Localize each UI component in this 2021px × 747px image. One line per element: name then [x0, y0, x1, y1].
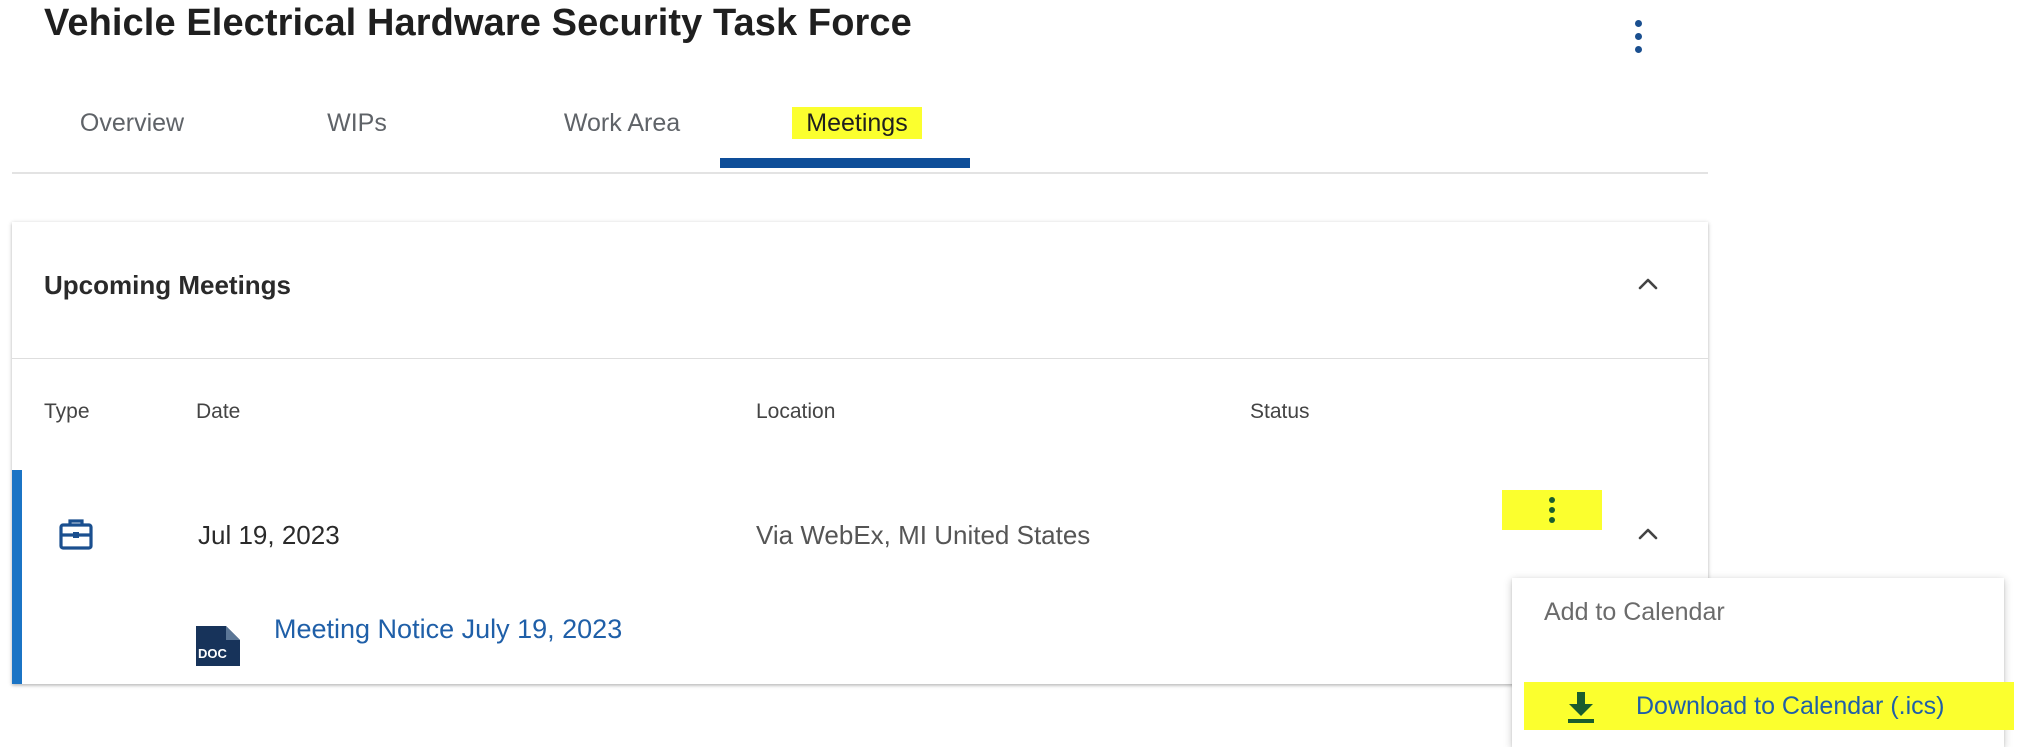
tab-overview[interactable]: Overview — [42, 88, 222, 172]
chevron-up-icon — [1638, 278, 1658, 290]
kebab-vertical-icon — [1549, 497, 1555, 503]
page-title: Vehicle Electrical Hardware Security Tas… — [44, 2, 912, 44]
doc-file-icon: DOC — [196, 626, 240, 666]
panel-title: Upcoming Meetings — [44, 270, 292, 300]
meeting-date: Jul 19, 2023 — [198, 520, 340, 550]
download-icon — [1568, 692, 1594, 723]
chevron-up-icon — [1638, 528, 1658, 540]
panel-header[interactable]: Upcoming Meetings — [12, 222, 1708, 359]
row-accent-bar — [12, 470, 22, 684]
meeting-actions-button[interactable] — [1502, 490, 1602, 530]
meeting-location: Via WebEx, MI United States — [756, 520, 1091, 550]
tab-wips[interactable]: WIPs — [292, 88, 422, 172]
collapse-button[interactable] — [1628, 264, 1668, 304]
active-tab-indicator — [720, 158, 970, 168]
meeting-notice-link[interactable]: Meeting Notice July 19, 2023 — [274, 614, 622, 645]
more-options-button[interactable] — [1618, 10, 1658, 62]
context-menu: Add to Calendar Download to Calendar (.i… — [1512, 578, 2014, 747]
column-header-type: Type — [44, 400, 90, 423]
upcoming-meetings-panel: Upcoming Meetings Type Date Location Sta… — [12, 222, 1708, 684]
menu-title: Add to Calendar — [1544, 598, 1725, 626]
kebab-vertical-icon — [1634, 19, 1642, 27]
meeting-row: Jul 19, 2023 Via WebEx, MI United States… — [12, 470, 1708, 684]
column-header-date: Date — [196, 400, 241, 423]
tab-work-area[interactable]: Work Area — [512, 88, 732, 172]
column-header-status: Status — [1250, 400, 1310, 423]
briefcase-icon — [59, 519, 93, 550]
svg-text:DOC: DOC — [198, 646, 228, 661]
column-header-location: Location — [756, 400, 836, 423]
menu-item-label: Download to Calendar (.ics) — [1636, 692, 1945, 720]
download-to-calendar-item[interactable]: Download to Calendar (.ics) — [1524, 682, 2014, 730]
row-collapse-button[interactable] — [1628, 514, 1668, 554]
